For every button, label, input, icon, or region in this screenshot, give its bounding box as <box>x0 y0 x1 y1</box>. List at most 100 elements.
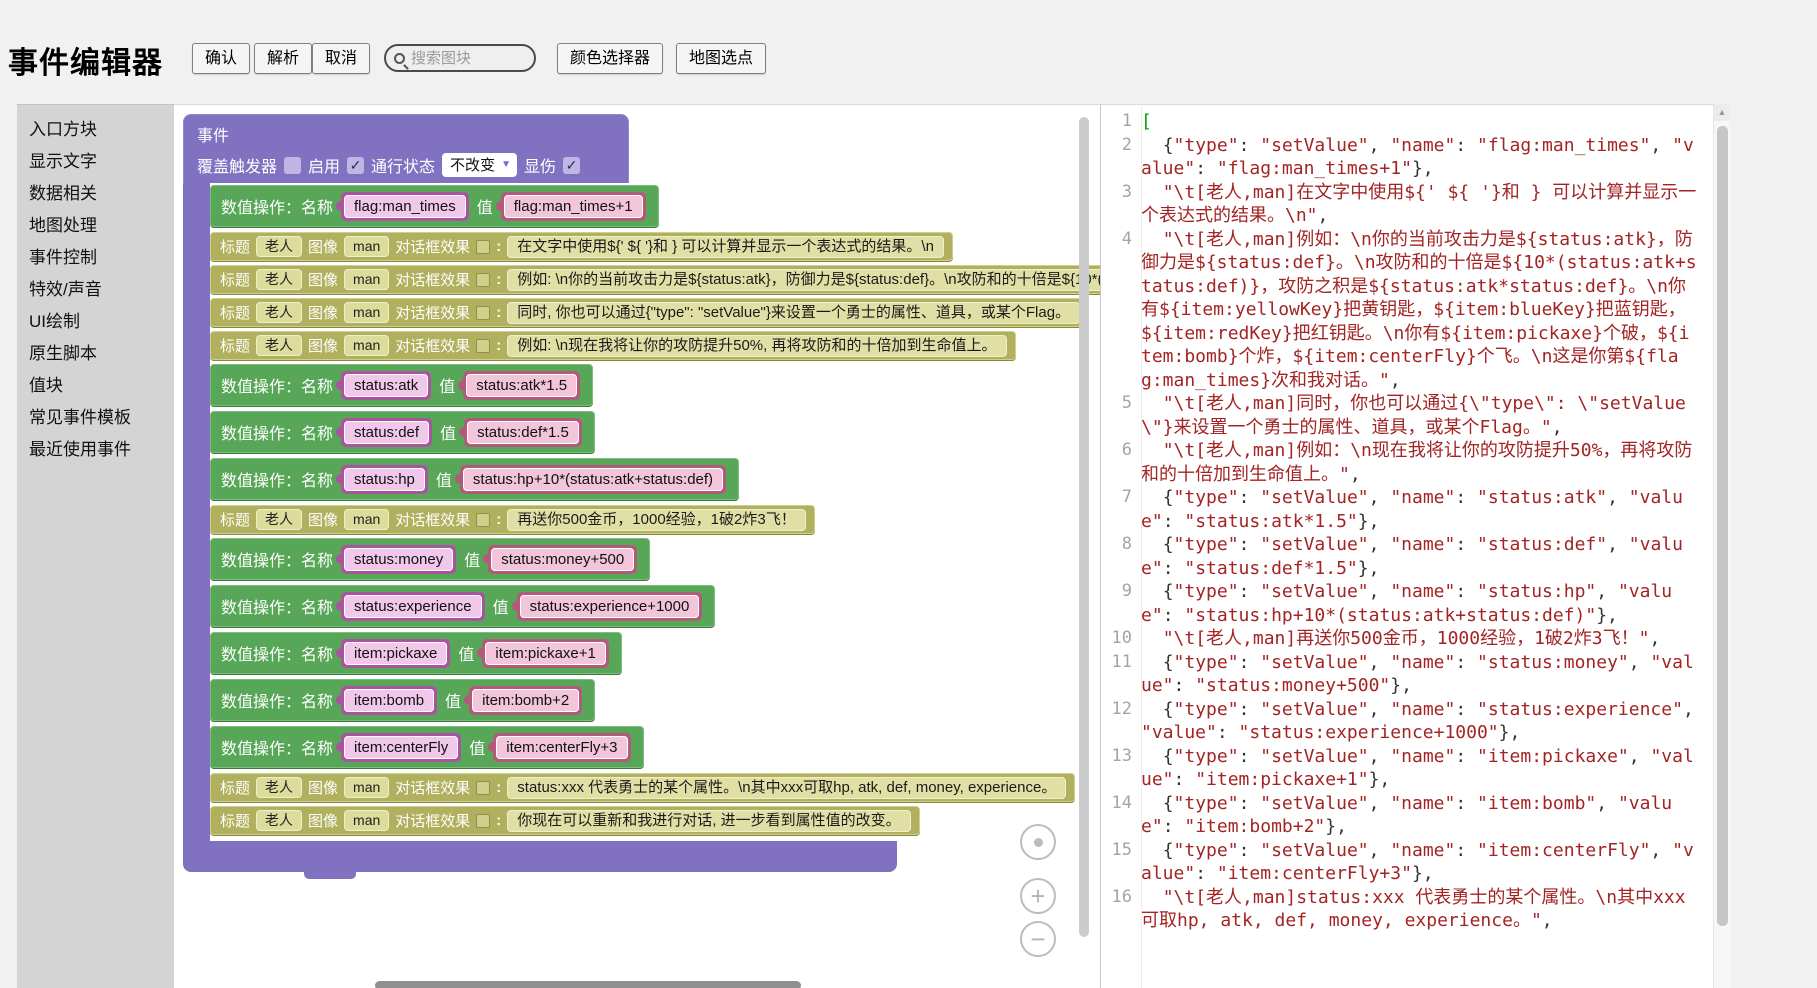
value-field[interactable]: status:money+500 <box>491 548 634 571</box>
toolbar-button-parse[interactable]: 解析 <box>254 43 312 74</box>
sidebar-item-6[interactable]: 特效/声音 <box>17 274 174 306</box>
code-text[interactable]: {"type": "setValue", "name": "item:picka… <box>1141 745 1697 792</box>
code-text[interactable]: "\t[老人,man]例如：\n你的当前攻击力是${status:atk}，防御… <box>1141 228 1697 393</box>
code-text[interactable]: {"type": "setValue", "name": "status:mon… <box>1141 651 1697 698</box>
image-field[interactable]: man <box>344 509 389 530</box>
workspace-horizontal-scrollbar[interactable] <box>375 981 801 988</box>
trigger-checkbox[interactable] <box>284 157 301 174</box>
name-field[interactable]: status:def <box>344 421 429 444</box>
code-text[interactable]: "\t[老人,man]同时，你也可以通过{\"type\": \"setValu… <box>1141 392 1697 439</box>
dialog-text-field[interactable]: 再送你500金币，1000经验，1破2炸3飞！ <box>507 509 805 531</box>
workspace-vertical-scrollbar[interactable] <box>1079 117 1089 937</box>
effect-checkbox[interactable] <box>476 781 490 795</box>
code-scrollbar-thumb[interactable] <box>1717 126 1728 926</box>
image-field[interactable]: man <box>344 335 389 356</box>
toolbar-button-confirm[interactable]: 确认 <box>192 43 250 74</box>
code-text[interactable]: {"type": "setValue", "name": "status:atk… <box>1141 486 1697 533</box>
pass-status-dropdown[interactable]: 不改变 ▼ <box>442 153 517 177</box>
zoom-reset-icon[interactable] <box>1020 824 1056 860</box>
toolbar-button-cancel[interactable]: 取消 <box>312 43 370 74</box>
speaker-field[interactable]: 老人 <box>256 777 302 798</box>
text-block[interactable]: 标题老人图像man对话框效果:例如: \n你的当前攻击力是${status:at… <box>210 265 1100 294</box>
sidebar-item-3[interactable]: 数据相关 <box>17 178 174 210</box>
sidebar-item-1[interactable]: 入口方块 <box>17 114 174 146</box>
code-text[interactable]: "\t[老人,man]例如：\n现在我将让你的攻防提升50%，再将攻防和的十倍加… <box>1141 439 1697 486</box>
code-text[interactable]: {"type": "setValue", "name": "status:def… <box>1141 533 1697 580</box>
value-field[interactable]: status:atk*1.5 <box>466 374 577 397</box>
effect-checkbox[interactable] <box>476 306 490 320</box>
value-field[interactable]: item:bomb+2 <box>472 689 579 712</box>
code-text[interactable]: "\t[老人,man]在文字中使用${' ${ '}和 } 可以计算并显示一个表… <box>1141 181 1697 228</box>
code-text[interactable]: {"type": "setValue", "name": "item:cente… <box>1141 839 1697 886</box>
speaker-field[interactable]: 老人 <box>256 302 302 323</box>
toolbar-button-map-point[interactable]: 地图选点 <box>676 43 766 74</box>
sidebar-item-4[interactable]: 地图处理 <box>17 210 174 242</box>
setvalue-block[interactable]: 数值操作：名称item:centerFly值item:centerFly+3 <box>210 726 644 768</box>
toolbar-button-color-picker[interactable]: 颜色选择器 <box>557 43 663 74</box>
setvalue-block[interactable]: 数值操作：名称flag:man_times值flag:man_times+1 <box>210 185 659 227</box>
sidebar-item-8[interactable]: 原生脚本 <box>17 338 174 370</box>
enable-checkbox[interactable]: ✓ <box>347 157 364 174</box>
speaker-field[interactable]: 老人 <box>256 810 302 831</box>
dialog-text-field[interactable]: 你现在可以重新和我进行对话, 进一步看到属性值的改变。 <box>507 810 910 832</box>
image-field[interactable]: man <box>344 777 389 798</box>
image-field[interactable]: man <box>344 269 389 290</box>
code-text[interactable]: {"type": "setValue", "name": "flag:man_t… <box>1141 134 1697 181</box>
speaker-field[interactable]: 老人 <box>256 269 302 290</box>
scroll-up-arrow-icon[interactable]: ▲ <box>1714 104 1730 121</box>
effect-checkbox[interactable] <box>476 814 490 828</box>
damage-checkbox[interactable]: ✓ <box>563 157 580 174</box>
setvalue-block[interactable]: 数值操作：名称status:experience值status:experien… <box>210 585 715 627</box>
value-field[interactable]: status:def*1.5 <box>467 421 579 444</box>
blockly-workspace[interactable]: 事件 覆盖触发器 启用 ✓ 通行状态 不改变 ▼ 显伤 ✓ 数值操作：名称fla… <box>174 104 1100 988</box>
sidebar-item-11[interactable]: 最近使用事件 <box>17 434 174 466</box>
code-text[interactable]: [ <box>1141 110 1697 134</box>
dialog-text-field[interactable]: 在文字中使用${' ${ '}和 } 可以计算并显示一个表达式的结果。\n <box>507 236 944 258</box>
setvalue-block[interactable]: 数值操作：名称status:money值status:money+500 <box>210 538 650 580</box>
text-block[interactable]: 标题老人图像man对话框效果:你现在可以重新和我进行对话, 进一步看到属性值的改… <box>210 806 920 835</box>
speaker-field[interactable]: 老人 <box>256 509 302 530</box>
name-field[interactable]: item:centerFly <box>344 736 458 759</box>
setvalue-block[interactable]: 数值操作：名称item:bomb值item:bomb+2 <box>210 679 595 721</box>
code-text[interactable]: {"type": "setValue", "name": "item:bomb"… <box>1141 792 1697 839</box>
name-field[interactable]: status:money <box>344 548 453 571</box>
dialog-text-field[interactable]: 同时, 你也可以通过{"type": "setValue"}来设置一个勇士的属性… <box>507 302 1080 324</box>
text-block[interactable]: 标题老人图像man对话框效果:在文字中使用${' ${ '}和 } 可以计算并显… <box>210 232 953 261</box>
effect-checkbox[interactable] <box>476 339 490 353</box>
code-text[interactable]: {"type": "setValue", "name": "status:hp"… <box>1141 580 1697 627</box>
value-field[interactable]: item:centerFly+3 <box>496 736 627 759</box>
effect-checkbox[interactable] <box>476 273 490 287</box>
name-field[interactable]: item:bomb <box>344 689 434 712</box>
value-field[interactable]: status:hp+10*(status:atk+status:def) <box>463 468 723 491</box>
setvalue-block[interactable]: 数值操作：名称status:hp值status:hp+10*(status:at… <box>210 458 739 500</box>
name-field[interactable]: status:atk <box>344 374 428 397</box>
dialog-text-field[interactable]: 例如: \n你的当前攻击力是${status:atk}，防御力是${status… <box>507 269 1100 291</box>
value-field[interactable]: flag:man_times+1 <box>504 195 643 218</box>
code-text[interactable]: {"type": "setValue", "name": "status:exp… <box>1141 698 1697 745</box>
speaker-field[interactable]: 老人 <box>256 236 302 257</box>
name-field[interactable]: status:experience <box>344 595 482 618</box>
sidebar-item-10[interactable]: 常见事件模板 <box>17 402 174 434</box>
search-box[interactable] <box>384 44 536 72</box>
image-field[interactable]: man <box>344 810 389 831</box>
name-field[interactable]: status:hp <box>344 468 425 491</box>
setvalue-block[interactable]: 数值操作：名称status:def值status:def*1.5 <box>210 411 595 453</box>
zoom-in-icon[interactable]: + <box>1020 878 1056 914</box>
setvalue-block[interactable]: 数值操作：名称item:pickaxe值item:pickaxe+1 <box>210 632 622 674</box>
image-field[interactable]: man <box>344 302 389 323</box>
effect-checkbox[interactable] <box>476 513 490 527</box>
text-block[interactable]: 标题老人图像man对话框效果:例如: \n现在我将让你的攻防提升50%, 再将攻… <box>210 331 1016 360</box>
zoom-out-icon[interactable]: − <box>1020 921 1056 957</box>
image-field[interactable]: man <box>344 236 389 257</box>
value-field[interactable]: item:pickaxe+1 <box>485 642 605 665</box>
code-text[interactable]: "\t[老人,man]status:xxx 代表勇士的某个属性。\n其中xxx可… <box>1141 886 1697 933</box>
sidebar-item-5[interactable]: 事件控制 <box>17 242 174 274</box>
setvalue-block[interactable]: 数值操作：名称status:atk值status:atk*1.5 <box>210 364 593 406</box>
sidebar-item-7[interactable]: UI绘制 <box>17 306 174 338</box>
event-json-editor[interactable]: 1[2 {"type": "setValue", "name": "flag:m… <box>1100 104 1713 988</box>
sidebar-item-2[interactable]: 显示文字 <box>17 146 174 178</box>
effect-checkbox[interactable] <box>476 240 490 254</box>
text-block[interactable]: 标题老人图像man对话框效果:再送你500金币，1000经验，1破2炸3飞！ <box>210 505 815 534</box>
sidebar-item-9[interactable]: 值块 <box>17 370 174 402</box>
value-field[interactable]: status:experience+1000 <box>520 595 700 618</box>
